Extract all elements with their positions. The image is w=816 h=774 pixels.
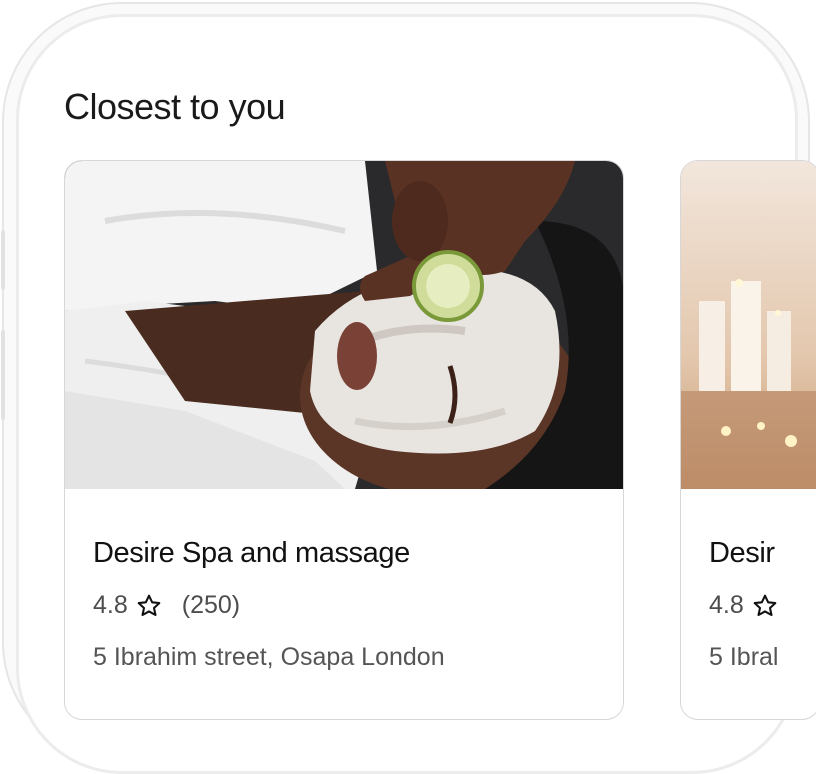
spa-name: Desir: [709, 537, 775, 569]
spa-address: 5 Ibrahim street, Osapa London: [93, 643, 445, 671]
rating-value: 4.8: [709, 591, 744, 619]
star-outline-icon: [752, 593, 778, 619]
spa-photo: [681, 161, 816, 489]
review-count: (250): [181, 591, 241, 619]
rating-value: 4.8: [93, 591, 128, 619]
spa-name: Desire Spa and massage: [93, 537, 410, 569]
spa-photo: [65, 161, 623, 489]
section-title: Closest to you: [64, 86, 286, 127]
phone-side-button: [1, 330, 5, 420]
rating-row: 4.8: [709, 591, 786, 620]
rating-row: 4.8 (250): [93, 591, 240, 620]
spa-address: 5 Ibral: [709, 643, 779, 671]
phone-side-button: [1, 230, 5, 290]
spa-card[interactable]: Desire Spa and massage 4.8 (250) 5 Ibrah…: [64, 160, 624, 720]
star-outline-icon: [136, 593, 162, 619]
spa-card[interactable]: Desir 4.8 5 Ibral: [680, 160, 816, 720]
